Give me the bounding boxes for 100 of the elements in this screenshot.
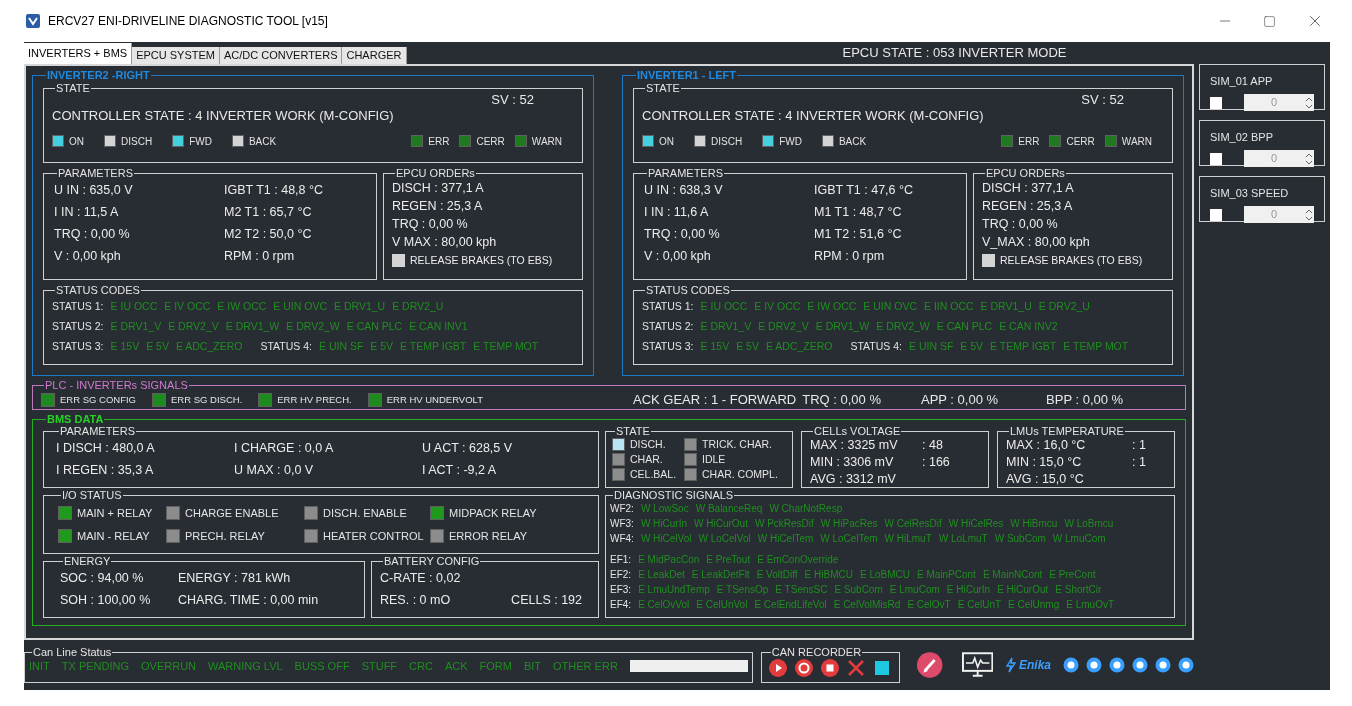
value-text: CELLS : 192 <box>511 592 582 609</box>
indicator-label: CEL.BAL. <box>630 467 677 481</box>
status-code: E TEMP MOT <box>473 339 539 354</box>
record-icon[interactable] <box>793 658 814 678</box>
indicator-label: ERROR RELAY <box>449 528 528 544</box>
indicator-label: WARN <box>1121 134 1152 149</box>
value-text: M2 T2 : 50,0 °C <box>224 226 313 243</box>
spinner-arrows-icon[interactable] <box>1304 207 1314 222</box>
checkbox[interactable] <box>1210 152 1222 165</box>
status-code: E DRV2_V <box>168 319 219 334</box>
checkbox[interactable] <box>982 253 995 267</box>
value-text: M1 T1 : 48,7 °C <box>814 204 903 221</box>
round-button-icon[interactable] <box>1132 657 1148 673</box>
indicator-label: CERR <box>476 134 505 149</box>
value-text: CHARG. TIME : 0,00 min <box>178 592 320 609</box>
status-code: E VoltDiff <box>756 568 798 582</box>
brush-icon[interactable] <box>916 651 944 679</box>
status-code: W LoLmuT <box>938 532 988 546</box>
tab[interactable]: CHARGER <box>342 47 407 64</box>
value-text: V : 0,00 kph <box>54 248 122 265</box>
indicator-label: ERR HV UNDERVOLT <box>386 392 483 407</box>
round-button-icon[interactable] <box>1086 657 1102 673</box>
group-title: EPCU ORDERs <box>395 168 476 179</box>
stop-icon[interactable] <box>819 658 840 678</box>
status-code: E MainPCont <box>916 568 976 582</box>
checkbox[interactable] <box>1210 96 1222 109</box>
status-code: E MidPacCon <box>638 553 700 567</box>
status-code: E CAN INV1 <box>409 319 468 334</box>
value-text: SOH : 100,00 % <box>60 592 152 609</box>
group-title: Can Line Status <box>32 647 113 658</box>
status-code: E UIN SF <box>909 339 954 354</box>
value-text: REGEN : 25,3 A <box>982 198 1074 215</box>
reading-text: APP : 0,00 % <box>920 391 999 410</box>
status-code: E 5V <box>960 339 984 354</box>
status-code: E 15V <box>110 339 140 354</box>
indicator-label: CHAR. COMPL. <box>702 467 778 481</box>
tab[interactable]: INVERTERS + BMS <box>24 43 133 64</box>
status-code: E DRV1_W <box>815 319 870 334</box>
value-text: : 1 <box>1132 454 1147 471</box>
value-text: : 48 <box>922 437 944 454</box>
status-label: STATUS 3: <box>642 339 694 354</box>
status-label: STATUS 4: <box>260 339 312 354</box>
value-text: SOC : 94,00 % <box>60 570 145 587</box>
delete-icon[interactable] <box>845 658 866 678</box>
maximize-icon[interactable] <box>1263 14 1276 28</box>
monitor-icon[interactable] <box>961 652 993 678</box>
status-code: E LeakDet <box>638 568 685 582</box>
value-text: MIN : 15,0 °C <box>1006 454 1083 471</box>
value-text: MIN : 3306 mV <box>810 454 895 471</box>
status-code: W HiBmcu <box>1010 517 1058 531</box>
status-code: E TSensSC <box>775 583 828 597</box>
status-code: E TEMP IGBT <box>400 339 467 354</box>
group-title: PLC - INVERTERs SIGNALS <box>44 380 189 391</box>
indicator-label: DISCH. ENABLE <box>323 506 407 521</box>
status-code: W HiCurOut <box>694 517 748 531</box>
status-flag-label: OTHER ERR <box>553 659 618 674</box>
status-code: E IU OCC <box>110 299 158 314</box>
value-text: : 166 <box>922 454 951 471</box>
group-title: PARAMETERS <box>59 426 136 437</box>
status-flag-label: CRC <box>409 659 433 674</box>
checkbox[interactable] <box>1210 208 1222 221</box>
round-button-icon[interactable] <box>1109 657 1125 673</box>
logo-text: Enika <box>1019 657 1051 674</box>
checkbox[interactable] <box>392 253 405 267</box>
round-button-icon[interactable] <box>1063 657 1079 673</box>
value-text: MAX : 3325 mV <box>810 437 899 454</box>
reading-text: BPP : 0,00 % <box>1046 391 1124 410</box>
play-icon[interactable] <box>767 658 788 678</box>
spinner-arrows-icon[interactable] <box>1304 95 1314 110</box>
status-code: E CelOvVol <box>638 598 690 612</box>
status-code: E DRV2_U <box>392 299 444 314</box>
status-code: W LoCelTem <box>820 532 878 546</box>
round-button-icon[interactable] <box>1155 657 1171 673</box>
group-title: ENERGY <box>63 556 112 567</box>
status-code: E IIN OCC <box>924 299 974 314</box>
indicator-label: DISCH <box>121 134 153 149</box>
status-label: STATUS 2: <box>642 319 694 334</box>
status-code: W LoBmcu <box>1064 517 1114 531</box>
value-text: : 1 <box>1132 437 1147 454</box>
indicator-label: IDLE <box>702 452 726 466</box>
status-code: E UIN OVC <box>863 299 917 314</box>
status-code: E 15V <box>700 339 730 354</box>
sv-value: SV : 52 <box>491 91 534 109</box>
status-code: W HiCelRes <box>948 517 1004 531</box>
group-title: STATUS CODES <box>55 285 141 296</box>
tab[interactable]: EPCU SYSTEM <box>132 47 220 64</box>
indicator-label: ON <box>659 134 674 149</box>
group-title: STATUS CODES <box>645 285 731 296</box>
tab[interactable]: AC/DC CONVERTERS <box>220 47 343 64</box>
status-flag-label: BUSS OFF <box>294 659 350 674</box>
spinner-arrows-icon[interactable] <box>1304 151 1314 166</box>
status-code: E CelEndLifeVol <box>754 598 827 612</box>
status-code: E TEMP MOT <box>1063 339 1129 354</box>
value-text: V : 0,00 kph <box>644 248 712 265</box>
group-title: INVERTER1 - LEFT <box>636 70 737 81</box>
round-button-icon[interactable] <box>1178 657 1194 673</box>
status-code: E IV OCC <box>164 299 211 314</box>
status-flag-label: WARNING LVL <box>208 659 283 674</box>
status-code: E DRV2_W <box>876 319 930 334</box>
value-text: DISCH : 377,1 A <box>392 180 485 197</box>
